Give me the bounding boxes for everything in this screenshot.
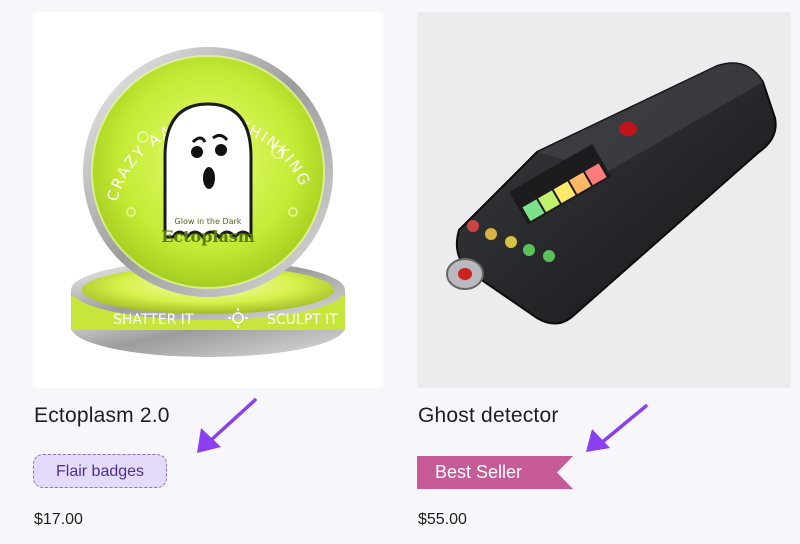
product-image-ectoplasm[interactable]: CRAZY AARON'S THINKING PUTTY Glow in the…	[33, 12, 383, 388]
product-image-ghost-detector[interactable]	[417, 12, 791, 388]
flair-badge: Flair badges	[33, 454, 168, 488]
product-title[interactable]: Ghost detector	[418, 404, 559, 428]
arrow-icon	[197, 398, 257, 453]
svg-text:SCULPT IT: SCULPT IT	[267, 312, 338, 328]
product-price: $17.00	[34, 511, 83, 528]
best-seller-badge: Best Seller	[417, 456, 573, 489]
svg-text:Ectoplasm: Ectoplasm	[161, 227, 255, 246]
putty-tin-illustration: CRAZY AARON'S THINKING PUTTY Glow in the…	[33, 12, 345, 357]
svg-text:Glow in the Dark: Glow in the Dark	[175, 217, 242, 226]
product-title[interactable]: Ectoplasm 2.0	[34, 404, 170, 428]
best-seller-label: Best Seller	[435, 462, 523, 482]
product-price: $55.00	[418, 511, 467, 528]
arrow-icon	[586, 404, 648, 452]
svg-text:SHATTER IT: SHATTER IT	[113, 312, 194, 328]
emf-meter-illustration	[446, 62, 777, 325]
